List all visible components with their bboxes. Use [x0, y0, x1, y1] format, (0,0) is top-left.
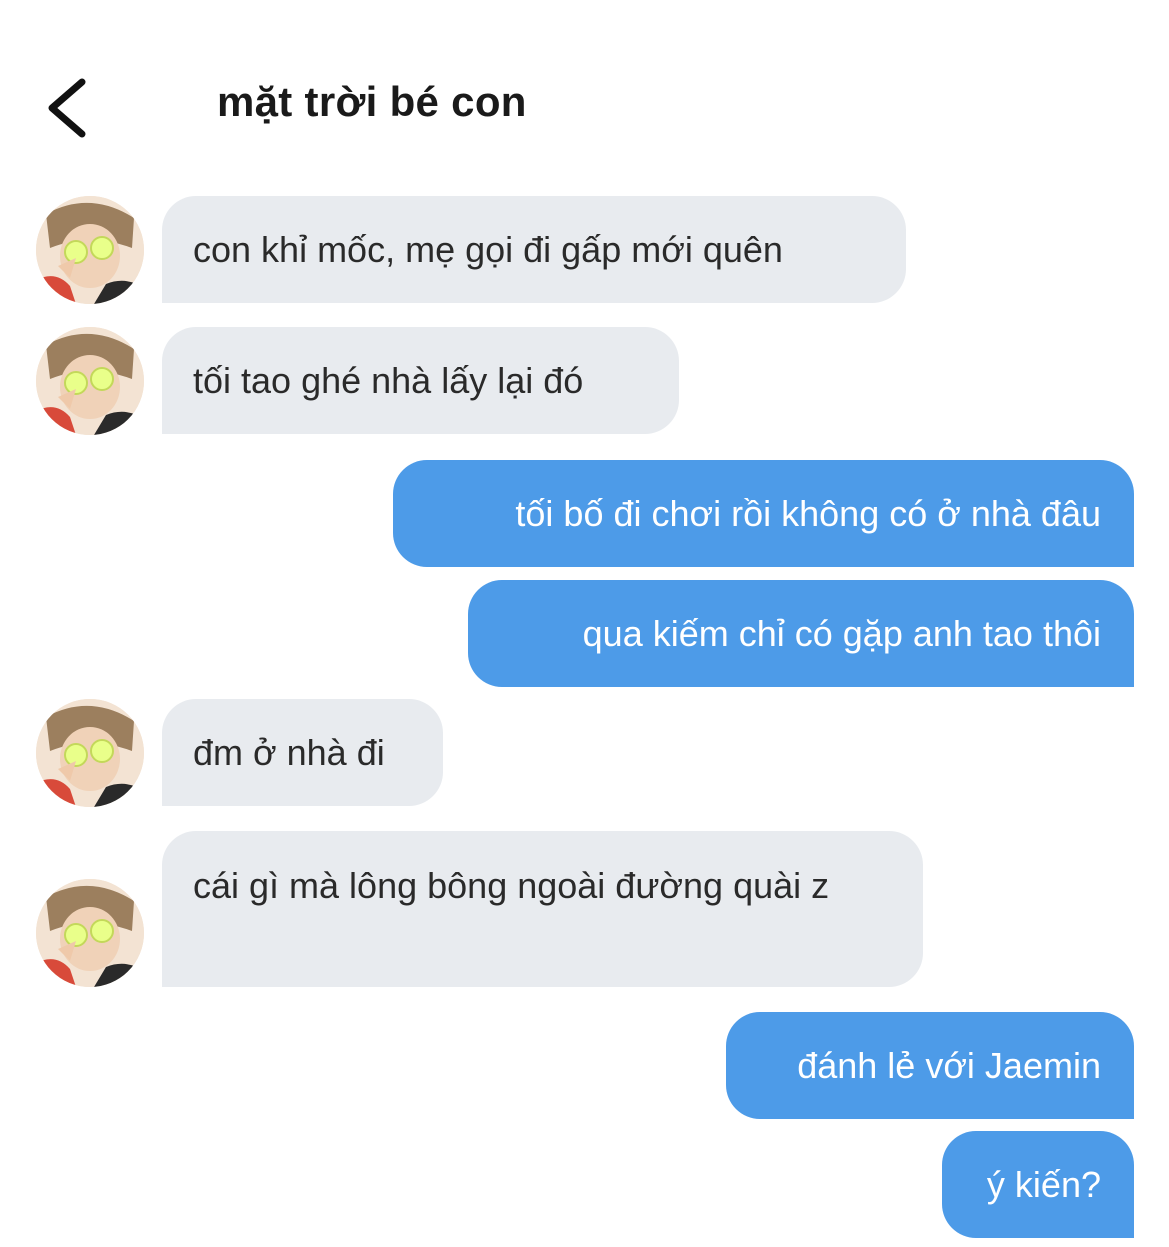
- message-bubble-outgoing[interactable]: tối bố đi chơi rồi không có ở nhà đâu: [393, 460, 1134, 567]
- conversation-title: mặt trời bé con: [217, 78, 527, 125]
- message-bubble-incoming[interactable]: đm ở nhà đi: [162, 699, 443, 806]
- back-button[interactable]: [38, 68, 102, 148]
- message-text: tối tao ghé nhà lấy lại đó: [193, 359, 584, 401]
- message-bubble-incoming[interactable]: tối tao ghé nhà lấy lại đó: [162, 327, 679, 434]
- message-text: đm ở nhà đi: [193, 731, 385, 773]
- message-text: ý kiến?: [986, 1163, 1101, 1205]
- message-text: cái gì mà lông bông ngoài đường quài z: [193, 865, 830, 906]
- message-bubble-outgoing[interactable]: ý kiến?: [942, 1131, 1134, 1238]
- contact-avatar[interactable]: [36, 699, 144, 807]
- message-bubble-incoming[interactable]: con khỉ mốc, mẹ gọi đi gấp mới quên: [162, 196, 906, 303]
- message-bubble-outgoing[interactable]: đánh lẻ với Jaemin: [726, 1012, 1134, 1119]
- chevron-left-icon: [48, 78, 86, 138]
- contact-avatar[interactable]: [36, 879, 144, 987]
- message-bubble-outgoing[interactable]: qua kiếm chỉ có gặp anh tao thôi: [468, 580, 1134, 687]
- message-text: đánh lẻ với Jaemin: [797, 1044, 1101, 1086]
- message-bubble-incoming[interactable]: cái gì mà lông bông ngoài đường quài z: [162, 831, 923, 987]
- message-text: tối bố đi chơi rồi không có ở nhà đâu: [515, 492, 1101, 534]
- contact-avatar[interactable]: [36, 196, 144, 304]
- contact-avatar[interactable]: [36, 327, 144, 435]
- message-text: qua kiếm chỉ có gặp anh tao thôi: [582, 612, 1101, 654]
- message-text: con khỉ mốc, mẹ gọi đi gấp mới quên: [193, 228, 783, 270]
- chat-header: mặt trời bé con: [0, 0, 1169, 180]
